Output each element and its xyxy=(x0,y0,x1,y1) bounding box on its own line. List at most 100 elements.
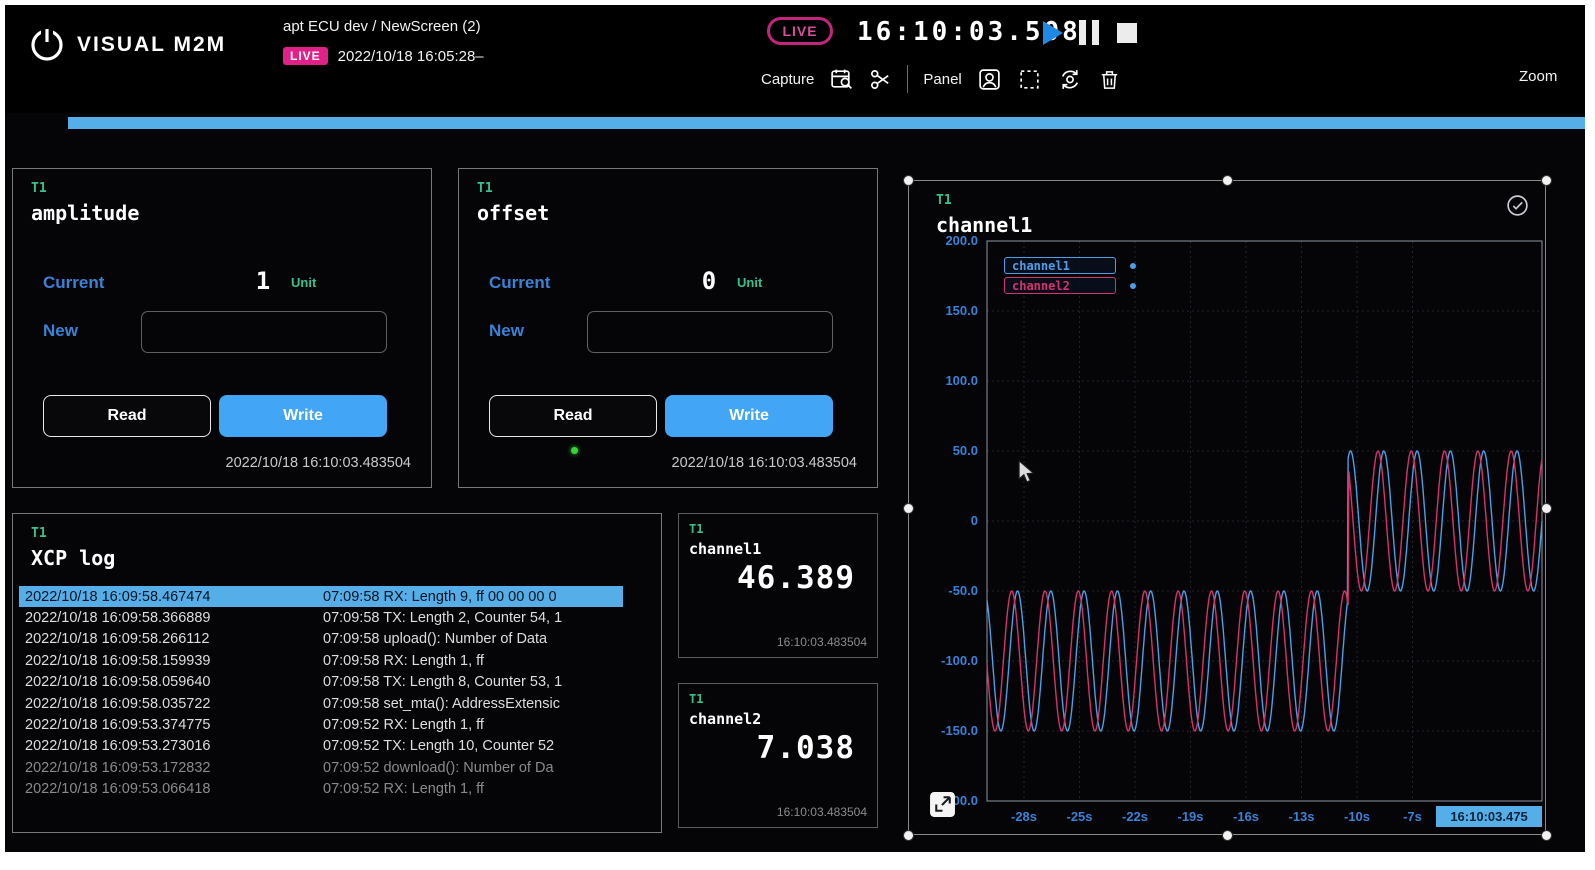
resize-handle-bottom-center[interactable] xyxy=(1222,830,1233,841)
svg-text:0: 0 xyxy=(971,513,978,528)
recording-start-time: 2022/10/18 16:05:28– xyxy=(338,48,484,65)
log-row[interactable]: 2022/10/18 16:09:53.37477507:09:52 RX: L… xyxy=(19,714,623,735)
log-message: 07:09:58 TX: Length 8, Counter 53, 1 xyxy=(323,674,623,690)
unit-label: Unit xyxy=(737,275,762,290)
new-value-input[interactable] xyxy=(587,311,833,353)
resize-handle-top-left[interactable] xyxy=(903,175,914,186)
expand-icon[interactable] xyxy=(929,791,956,823)
log-row[interactable]: 2022/10/18 16:09:58.15993907:09:58 RX: L… xyxy=(19,650,623,671)
capture-range-icon[interactable] xyxy=(829,67,854,92)
log-row[interactable]: 2022/10/18 16:09:58.05964007:09:58 TX: L… xyxy=(19,672,623,693)
panel-tag: T1 xyxy=(936,193,952,208)
chart-panel: T1 channel1 channel1channel2 200.0150.01… xyxy=(908,180,1546,835)
xcp-log-panel: T1 XCP log 2022/10/18 16:09:58.46747407:… xyxy=(12,513,662,833)
log-row[interactable]: 2022/10/18 16:09:53.06641807:09:52 RX: L… xyxy=(19,779,623,800)
live-mode-pill[interactable]: LIVE xyxy=(767,17,833,45)
log-message: 07:09:58 upload(): Number of Data xyxy=(323,631,623,647)
trash-icon[interactable] xyxy=(1098,67,1121,92)
pause-button[interactable] xyxy=(1079,20,1099,45)
value-timestamp: 16:10:03.483504 xyxy=(777,805,867,819)
svg-text:-28s: -28s xyxy=(1011,809,1037,824)
toolbar: Capture Panel xyxy=(761,63,1121,95)
current-value: 0 xyxy=(687,267,731,295)
log-row[interactable]: 2022/10/18 16:09:58.46747407:09:58 RX: L… xyxy=(19,586,623,607)
panel-timestamp: 2022/10/18 16:10:03.483504 xyxy=(226,455,411,471)
log-time: 2022/10/18 16:09:53.172832 xyxy=(25,760,323,776)
current-label: Current xyxy=(43,273,104,293)
stop-button[interactable] xyxy=(1117,23,1137,43)
current-label: Current xyxy=(489,273,550,293)
log-row[interactable]: 2022/10/18 16:09:58.26611207:09:58 uploa… xyxy=(19,629,623,650)
read-button[interactable]: Read xyxy=(489,395,657,437)
legend-item[interactable]: channel1 xyxy=(1004,257,1136,274)
write-button[interactable]: Write xyxy=(219,395,387,437)
panel-title: channel2 xyxy=(689,710,761,728)
svg-text:-7s: -7s xyxy=(1403,809,1422,824)
panel-tag: T1 xyxy=(689,692,703,706)
svg-text:-22s: -22s xyxy=(1122,809,1148,824)
resize-handle-bottom-right[interactable] xyxy=(1541,830,1552,841)
log-message: 07:09:52 RX: Length 1, ff xyxy=(323,781,623,797)
log-row[interactable]: 2022/10/18 16:09:58.03572207:09:58 set_m… xyxy=(19,693,623,714)
legend-item[interactable]: channel2 xyxy=(1004,277,1136,294)
resize-handle-mid-right[interactable] xyxy=(1541,503,1552,514)
panel-tag: T1 xyxy=(31,181,47,196)
selection-area-icon[interactable] xyxy=(1017,67,1042,92)
logo: VISUAL M2M xyxy=(27,25,226,65)
log-row[interactable]: 2022/10/18 16:09:53.17283207:09:52 downl… xyxy=(19,757,623,778)
svg-text:-19s: -19s xyxy=(1177,809,1203,824)
screen-title: apt ECU dev / NewScreen (2) xyxy=(283,18,484,35)
channel1-value: 46.389 xyxy=(737,560,855,596)
svg-text:50.0: 50.0 xyxy=(953,443,978,458)
log-message: 07:09:58 set_mta(): AddressExtensic xyxy=(323,696,623,712)
log-message: 07:09:52 RX: Length 1, ff xyxy=(323,717,623,733)
check-circle-icon[interactable] xyxy=(1505,193,1530,223)
resize-handle-top-center[interactable] xyxy=(1222,175,1233,186)
log-time: 2022/10/18 16:09:58.035722 xyxy=(25,696,323,712)
unit-label: Unit xyxy=(291,275,316,290)
log-row[interactable]: 2022/10/18 16:09:58.36688907:09:58 TX: L… xyxy=(19,607,623,628)
logo-text: VISUAL M2M xyxy=(77,33,226,57)
log-message: 07:09:52 TX: Length 10, Counter 52 xyxy=(323,738,623,754)
panel-timestamp: 2022/10/18 16:10:03.483504 xyxy=(672,455,857,471)
xcp-log-rows: 2022/10/18 16:09:58.46747407:09:58 RX: L… xyxy=(19,586,623,800)
write-button[interactable]: Write xyxy=(665,395,833,437)
panel-title: channel1 xyxy=(689,540,761,558)
legend-dot-icon[interactable] xyxy=(1130,263,1136,269)
app-window: VISUAL M2M apt ECU dev / NewScreen (2) L… xyxy=(5,5,1585,852)
recording-row: LIVE 2022/10/18 16:05:28– xyxy=(283,47,484,65)
svg-text:-100.0: -100.0 xyxy=(941,653,978,668)
zoom-label[interactable]: Zoom xyxy=(1519,68,1557,85)
panel-stamp-icon[interactable] xyxy=(977,67,1002,92)
panel-tag: T1 xyxy=(31,526,47,541)
timeline-progress-bar[interactable] xyxy=(68,117,1585,129)
new-label: New xyxy=(489,321,524,341)
play-button[interactable] xyxy=(1043,21,1063,45)
value-timestamp: 16:10:03.483504 xyxy=(777,635,867,649)
svg-text:200.0: 200.0 xyxy=(945,233,978,248)
svg-text:-10s: -10s xyxy=(1344,809,1370,824)
resize-handle-top-right[interactable] xyxy=(1541,175,1552,186)
new-value-input[interactable] xyxy=(141,311,387,353)
legend-dot-icon[interactable] xyxy=(1130,283,1136,289)
svg-text:-50.0: -50.0 xyxy=(948,583,978,598)
log-row[interactable]: 2022/10/18 16:09:53.27301607:09:52 TX: L… xyxy=(19,736,623,757)
panel-tag: T1 xyxy=(477,181,493,196)
log-time: 2022/10/18 16:09:58.059640 xyxy=(25,674,323,690)
log-time: 2022/10/18 16:09:58.467474 xyxy=(25,589,323,605)
log-time: 2022/10/18 16:09:53.273016 xyxy=(25,738,323,754)
resize-handle-bottom-left[interactable] xyxy=(903,830,914,841)
legend-label: channel1 xyxy=(1004,257,1116,274)
sync-settings-icon[interactable] xyxy=(1057,67,1083,92)
svg-text:100.0: 100.0 xyxy=(945,373,978,388)
legend-label: channel2 xyxy=(1004,277,1116,294)
read-button[interactable]: Read xyxy=(43,395,211,437)
channel1-value-panel: T1 channel1 46.389 16:10:03.483504 xyxy=(678,513,878,658)
log-time: 2022/10/18 16:09:58.159939 xyxy=(25,653,323,669)
scissors-icon[interactable] xyxy=(869,68,892,91)
recording-live-badge: LIVE xyxy=(283,47,328,65)
resize-handle-mid-left[interactable] xyxy=(903,503,914,514)
chart-plot-area[interactable]: 200.0150.0100.050.00-50.0-100.0-150.0-20… xyxy=(909,233,1547,833)
panel-label: Panel xyxy=(923,71,961,88)
header: VISUAL M2M apt ECU dev / NewScreen (2) L… xyxy=(5,5,1585,113)
